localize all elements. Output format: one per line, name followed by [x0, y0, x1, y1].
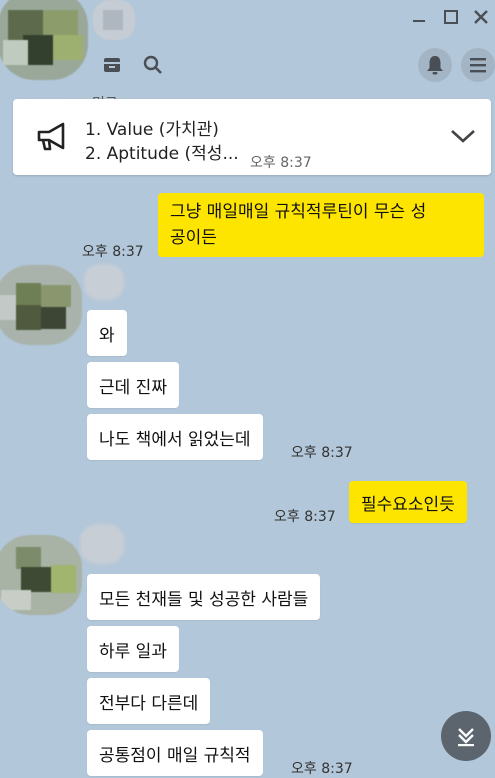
search-button[interactable] — [141, 53, 165, 77]
menu-icon — [470, 58, 486, 73]
friend-message-bubble[interactable]: 공통점이 매일 규칙적 — [87, 730, 263, 776]
maximize-icon — [444, 10, 458, 24]
close-button[interactable] — [470, 6, 492, 28]
friend-message-bubble[interactable]: 하루 일과 — [87, 626, 179, 672]
message-time: 오후 8:37 — [274, 509, 336, 525]
scroll-to-bottom-button[interactable] — [441, 711, 491, 761]
friend-avatar[interactable] — [0, 535, 82, 615]
message-text: 모든 천재들 및 성공한 사람들 — [99, 589, 309, 610]
minimize-icon — [413, 20, 425, 22]
message-text: 필수요소인듯 — [361, 494, 455, 515]
partial-message-time: 오후 8:37 — [250, 155, 312, 171]
friend-name-blur — [80, 524, 124, 564]
friend-name-blur — [84, 264, 124, 300]
chat-profile-avatar[interactable] — [0, 0, 88, 80]
close-icon — [474, 10, 488, 24]
notification-button[interactable] — [418, 48, 452, 82]
message-text: 하루 일과 — [99, 641, 167, 662]
friend-avatar[interactable] — [0, 265, 82, 345]
scroll-down-icon — [458, 728, 474, 747]
message-time: 오후 8:37 — [291, 761, 353, 777]
message-text: 나도 책에서 읽었는데 — [99, 429, 251, 450]
maximize-button[interactable] — [440, 6, 462, 28]
archive-button[interactable] — [100, 53, 124, 77]
message-text-line: 그냥 매일매일 규칙적루틴이 무슨 성 — [170, 202, 427, 222]
notice-line-2: 2. Aptitude (적성... — [85, 144, 239, 164]
friend-message-bubble[interactable]: 전부다 다른데 — [87, 678, 211, 724]
message-time: 오후 8:37 — [291, 445, 353, 461]
friend-message-bubble[interactable]: 모든 천재들 및 성공한 사람들 — [87, 574, 321, 620]
friend-message-bubble[interactable]: 나도 책에서 읽었는데 — [87, 414, 263, 460]
minimize-button[interactable] — [408, 6, 430, 28]
archive-icon — [104, 58, 120, 72]
message-text-line: 공이든 — [170, 228, 217, 248]
message-text: 근데 진짜 — [99, 377, 167, 398]
search-icon — [143, 55, 162, 74]
chat-member-avatar[interactable] — [93, 0, 135, 40]
chevron-down-icon[interactable] — [449, 127, 477, 145]
megaphone-icon — [37, 122, 65, 151]
friend-message-bubble[interactable]: 와 — [87, 310, 127, 356]
friend-message-bubble[interactable]: 근데 진짜 — [87, 362, 179, 408]
menu-button[interactable] — [461, 48, 495, 82]
my-message-bubble[interactable]: 필수요소인듯 — [349, 481, 467, 523]
my-message-bubble[interactable]: 그냥 매일매일 규칙적루틴이 무슨 성 공이든 — [158, 193, 484, 257]
bell-icon — [427, 56, 443, 75]
message-text: 전부다 다른데 — [99, 693, 199, 714]
notice-line-1: 1. Value (가치관) — [85, 120, 219, 140]
message-text: 와 — [99, 325, 115, 346]
message-time: 오후 8:37 — [82, 244, 144, 260]
message-text: 공통점이 매일 규칙적 — [99, 745, 251, 766]
